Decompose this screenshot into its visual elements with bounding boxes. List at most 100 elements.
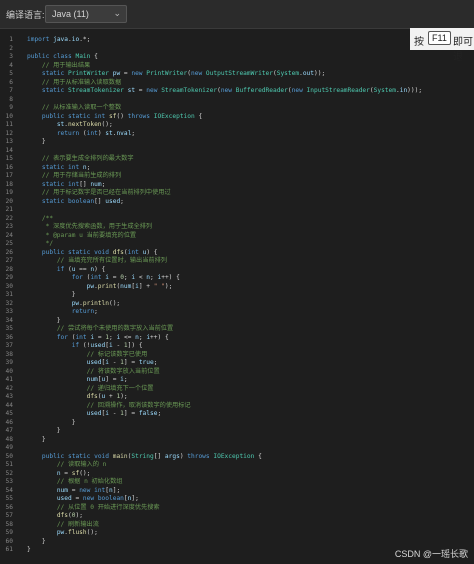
code-line: 22 /**: [0, 215, 422, 224]
code-line: 26 public static void dfs(int u) {: [0, 249, 422, 258]
code-line: 29 for (int i = 0; i < n; i++) {: [0, 274, 422, 283]
line-number: 58: [5, 520, 13, 528]
line-number: 60: [5, 537, 13, 545]
hint-tail-text: 即可退: [453, 37, 473, 63]
code-line: 47 }: [0, 427, 422, 436]
line-number: 15: [5, 155, 13, 162]
line-number: 7: [9, 87, 13, 94]
code-line: 28 if (u == n) {: [0, 266, 422, 275]
code-line: 11 st.nextToken();: [0, 121, 422, 130]
line-number: 45: [5, 410, 13, 417]
code-line: 24 * @param u 当前要填充的位置: [0, 232, 422, 241]
code-line: 14: [0, 147, 422, 156]
code-text: /**: [27, 214, 54, 222]
line-number: 24: [5, 231, 13, 239]
code-line: 39 used[i - 1] = true;: [0, 359, 422, 368]
code-line: 51 // 读取输入的 n: [0, 461, 422, 470]
code-line: 57 dfs(0);: [0, 512, 422, 521]
code-line: 32 pw.println();: [0, 300, 422, 309]
line-number: 41: [5, 376, 13, 383]
line-number: 6: [9, 78, 13, 86]
code-line: 3 public class Main {: [0, 53, 422, 62]
code-line: 43 dfs(u + 1);: [0, 393, 422, 402]
line-number: 34: [5, 316, 13, 324]
code-line: 60 }: [0, 538, 422, 547]
code-line: 23 * 深度优先搜索函数，用于生成全排列: [0, 223, 422, 232]
code-text: * @param u 当前要填充的位置: [27, 231, 137, 239]
line-number: 21: [5, 206, 13, 213]
language-select[interactable]: Java (11) ⌄: [45, 5, 127, 23]
code-text: // 表示要生成全排列的最大数字: [41, 155, 134, 162]
code-line: 56 // 从位置 0 开始进行深度优先搜索: [0, 504, 422, 513]
line-number: 2: [9, 44, 13, 52]
code-line: 2: [0, 45, 422, 54]
line-number: 10: [5, 112, 13, 120]
code-line: 36 for (int i = 1; i <= n; i++) {: [0, 334, 422, 343]
code-text: // 当填充完所有位置时，输出当前排列: [56, 257, 167, 264]
line-number: 32: [5, 299, 13, 307]
line-number: 42: [5, 384, 13, 392]
code-line: 58 // 刷新输出流: [0, 521, 422, 530]
line-number: 16: [5, 163, 13, 171]
line-number: 26: [5, 248, 13, 256]
code-text: }: [27, 291, 76, 298]
code-line: 21: [0, 206, 422, 215]
line-number: 3: [9, 53, 13, 60]
code-line: 8: [0, 96, 422, 105]
line-number: 50: [5, 452, 13, 460]
line-number: 46: [5, 418, 13, 426]
code-text: }: [27, 537, 46, 545]
code-text: }: [27, 546, 31, 553]
code-text: return (int) st.nval;: [56, 129, 136, 137]
line-number: 28: [5, 265, 13, 273]
code-text: if (!used[i - 1]) {: [71, 342, 143, 349]
code-text: // 用于标记数字是否已经在当前排列中使用过: [41, 189, 171, 196]
line-number: 43: [5, 393, 13, 400]
code-text: static int n;: [41, 163, 91, 171]
line-number: 39: [5, 359, 13, 366]
code-line: 15 // 表示要生成全排列的最大数字: [0, 155, 422, 164]
line-number: 31: [5, 291, 13, 298]
code-text: pw.print(num[i] + " ");: [86, 282, 173, 290]
line-number: 22: [5, 214, 13, 222]
code-text: }: [27, 418, 76, 426]
code-text: // 刷新输出流: [56, 520, 99, 528]
code-line: 13 }: [0, 138, 422, 147]
code-text: static boolean[] used;: [41, 197, 124, 205]
code-line: 17 // 用于存储当前生成的排列: [0, 172, 422, 181]
code-text: // 读取输入的 n: [56, 461, 107, 468]
code-line: 49: [0, 444, 422, 453]
code-text: n = sf();: [56, 469, 91, 477]
code-text: pw.println();: [71, 299, 121, 307]
code-text: // 从位置 0 开始进行深度优先搜索: [56, 503, 160, 511]
line-number: 61: [5, 546, 13, 553]
code-line: 1 import java.io.*;: [0, 36, 422, 45]
code-line: 55 used = new boolean[n];: [0, 495, 422, 504]
code-text: dfs(u + 1);: [86, 393, 128, 400]
code-line: 45 used[i - 1] = false;: [0, 410, 422, 419]
line-number: 8: [9, 95, 13, 103]
code-text: static StreamTokenizer st = new StreamTo…: [41, 87, 423, 94]
line-number: 59: [5, 529, 13, 536]
line-number: 53: [5, 478, 13, 485]
code-text: // 将该数字放入当前位置: [86, 367, 160, 375]
code-line: 5 static PrintWriter pw = new PrintWrite…: [0, 70, 422, 79]
line-number: 48: [5, 435, 13, 443]
code-line: 41 num[u] = i;: [0, 376, 422, 385]
code-text: static PrintWriter pw = new PrintWriter(…: [41, 70, 326, 77]
code-text: dfs(0);: [56, 512, 83, 519]
code-line: 6 // 用于从标准输入读取数据: [0, 79, 422, 88]
code-text: public static void main(String[] args) t…: [41, 452, 262, 460]
code-text: }: [27, 138, 46, 145]
chevron-down-icon: ⌄: [113, 8, 121, 18]
code-text: num = new int[n];: [56, 486, 121, 494]
code-text: used[i - 1] = false;: [86, 410, 162, 417]
line-number: 52: [5, 469, 13, 477]
code-editor[interactable]: 1 import java.io.*; 2 3 public class Main { 4…: [0, 29, 474, 564]
code-text: // 从标准输入读取一个整数: [41, 104, 122, 111]
language-select-value: Java (11): [52, 9, 89, 19]
code-line: 19 // 用于标记数字是否已经在当前排列中使用过: [0, 189, 422, 198]
line-number: 38: [5, 350, 13, 358]
hint-press-text: 按: [414, 37, 424, 48]
code-text: return;: [71, 308, 98, 315]
